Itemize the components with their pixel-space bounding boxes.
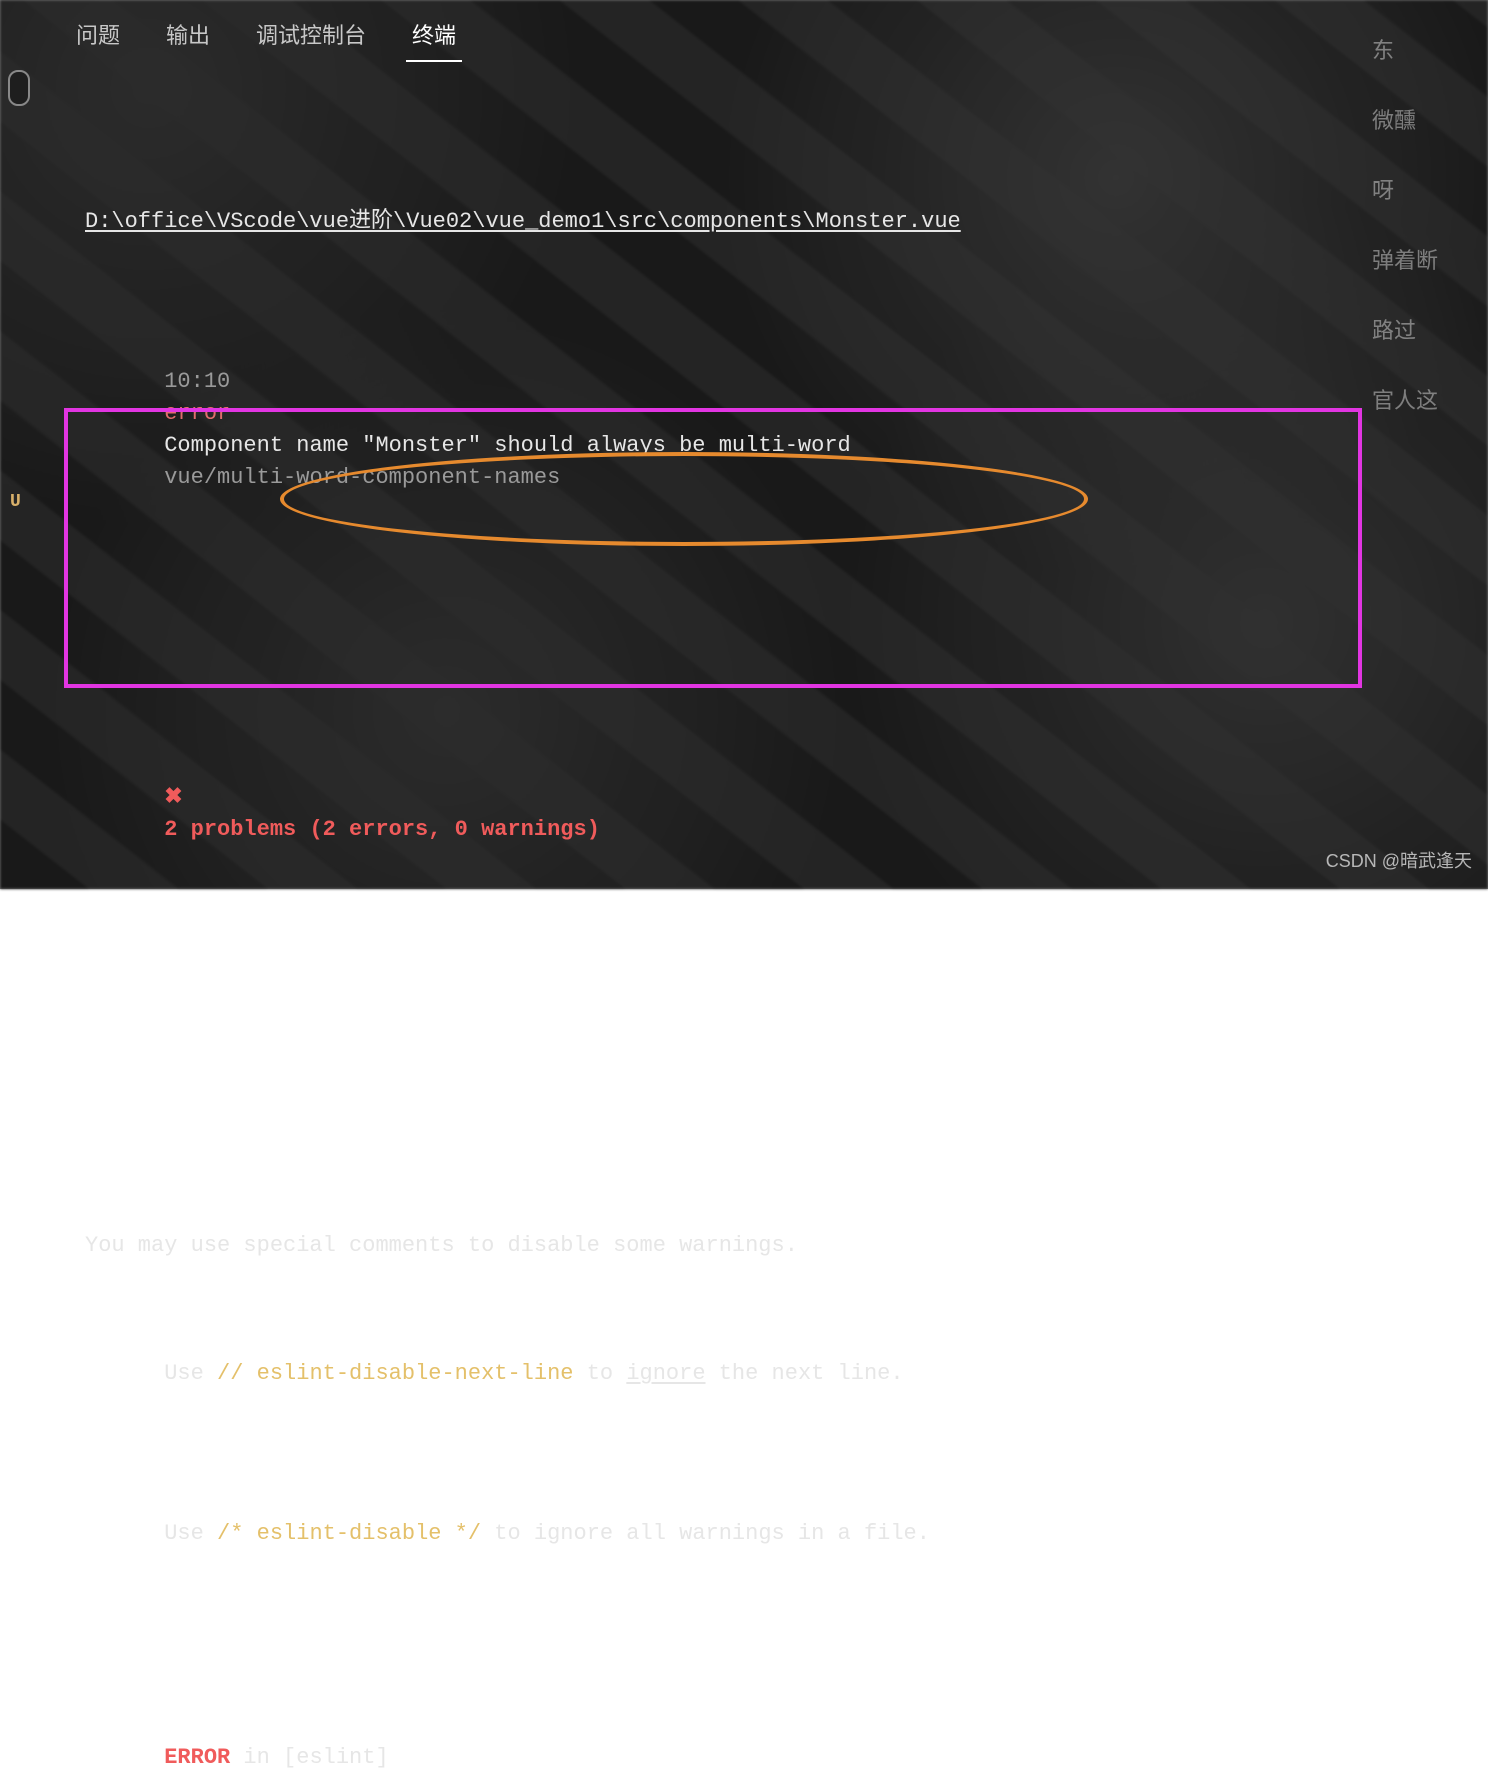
eslint-comment: /* eslint-disable */ <box>217 1521 481 1546</box>
panel-tabs: 问题 输出 调试控制台 终端 <box>70 18 462 62</box>
git-status-badge: U <box>10 492 21 512</box>
hint-line: Use <box>164 1361 217 1386</box>
problem-summary: 2 problems (2 errors, 0 warnings) <box>164 817 600 842</box>
file-path: D:\office\VScode\vue进阶\Vue02\vue_demo1\s… <box>85 209 961 234</box>
eslint-comment: // eslint-disable-next-line <box>217 1361 573 1386</box>
cross-icon: ✖ <box>164 785 182 810</box>
left-gutter: U <box>0 0 35 889</box>
terminal-output[interactable]: D:\office\VScode\vue进阶\Vue02\vue_demo1\s… <box>85 78 1428 859</box>
tab-output[interactable]: 输出 <box>160 18 216 62</box>
lint-rule: vue/multi-word-component-names <box>164 465 560 490</box>
watermark: CSDN @暗武逢天 <box>1326 847 1472 873</box>
error-keyword: ERROR <box>164 1745 230 1770</box>
link-ignore[interactable]: ignore <box>626 1361 705 1386</box>
line-col: 10:10 <box>164 369 230 394</box>
hint-line: Use <box>164 1521 217 1546</box>
background-text: 东 微醺 呀 弹着断 路过 官人这 <box>1314 16 1474 436</box>
eslint-tag: [eslint] <box>283 1745 389 1770</box>
screenshot-stage: U 问题 输出 调试控制台 终端 D:\office\VScode\vue进阶\… <box>0 0 1488 889</box>
hint-line: You may use special comments to disable … <box>85 1233 798 1258</box>
tab-problems[interactable]: 问题 <box>70 18 126 62</box>
lint-message: Component name "Monster" should always b… <box>164 433 851 458</box>
tab-debug-console[interactable]: 调试控制台 <box>250 18 372 62</box>
severity-error: error <box>164 401 230 426</box>
gutter-decoration <box>8 70 30 106</box>
tab-terminal[interactable]: 终端 <box>406 18 462 62</box>
